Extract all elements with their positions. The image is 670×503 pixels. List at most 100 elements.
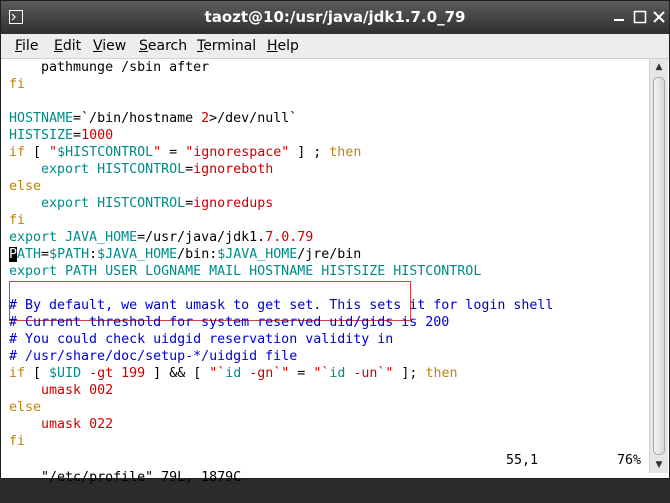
code-token: id — [225, 366, 242, 381]
close-icon[interactable] — [652, 10, 666, 24]
code-token: =/usr/java/jdk1. — [137, 230, 266, 245]
scroll-down-icon[interactable]: ▼ — [650, 457, 668, 473]
code-token: -un`" — [353, 366, 394, 381]
code-token: else — [9, 179, 42, 194]
editor-line: fi — [9, 76, 25, 93]
editor-line: HOSTNAME=`/bin/hostname 2>/dev/null` — [9, 110, 297, 127]
code-token: = — [73, 128, 82, 143]
code-token: " — [49, 145, 58, 160]
code-token: else — [9, 400, 42, 415]
code-token: fi — [9, 77, 26, 92]
code-token: # You could check uidgid reservation val… — [9, 332, 394, 347]
code-token: # Current threshold for system reserved … — [9, 315, 450, 330]
vertical-scrollbar[interactable]: ▲ ▼ — [649, 59, 668, 473]
code-token: then — [329, 145, 362, 160]
code-token: fi — [9, 213, 26, 228]
menu-bar: File Edit View Search Terminal Help — [1, 34, 669, 59]
scroll-up-icon[interactable]: ▲ — [650, 59, 668, 75]
code-token: # By default, we want umask to get set. … — [9, 298, 554, 313]
scrollbar-thumb[interactable] — [653, 77, 665, 455]
code-token: ]; — [393, 366, 426, 381]
code-token: if — [9, 366, 26, 381]
code-token: "` — [209, 366, 226, 381]
code-token: if — [9, 145, 26, 160]
code-token: [ — [25, 145, 50, 160]
editor-line: umask 022 — [9, 416, 113, 433]
title-bar[interactable]: taozt@10:/usr/java/jdk1.7.0_79 — [1, 1, 669, 34]
code-token: [ — [25, 366, 50, 381]
editor-line: # /usr/share/doc/setup-*/uidgid file — [9, 348, 297, 365]
code-token: $JAVA_HOME — [217, 247, 298, 262]
code-token: export HISTCONTROL — [41, 162, 186, 177]
code-token: $UID — [49, 366, 82, 381]
status-line: "/etc/profile" 79L, 1879C — [9, 452, 241, 485]
maximize-icon[interactable] — [633, 10, 647, 24]
terminal-window: taozt@10:/usr/java/jdk1.7.0_79 File Edit… — [0, 0, 670, 485]
menu-edit[interactable]: Edit — [52, 34, 83, 58]
menu-help[interactable]: Help — [265, 34, 301, 58]
code-token: 002 — [89, 383, 114, 398]
code-token: -gt — [89, 366, 114, 381]
code-token: -gn`" — [249, 366, 290, 381]
code-token: export PATH USER LOGNAME MAIL HOSTNAME H… — [9, 264, 482, 279]
editor-line: fi — [9, 433, 25, 450]
editor-line: pathmunge /sbin after — [9, 59, 209, 76]
code-token: # /usr/share/doc/setup-*/uidgid file — [9, 349, 298, 364]
menu-terminal[interactable]: Terminal — [195, 34, 258, 58]
code-token: id — [329, 366, 346, 381]
code-token: ignoredups — [193, 196, 274, 211]
code-token: fi — [9, 434, 26, 449]
code-token: /jre/bin — [297, 247, 362, 262]
editor-line: HISTSIZE=1000 — [9, 127, 113, 144]
code-token: ] ; — [289, 145, 330, 160]
code-token: HOSTNAME — [9, 111, 74, 126]
code-token: 1000 — [81, 128, 114, 143]
text-cursor: P — [9, 247, 18, 262]
editor-line: else — [9, 399, 41, 416]
editor-line: export PATH USER LOGNAME MAIL HOSTNAME H… — [9, 263, 481, 280]
code-token: $PATH — [49, 247, 90, 262]
editor-line: export JAVA_HOME=/usr/java/jdk1.7.0.79 — [9, 229, 313, 246]
minimize-icon[interactable] — [612, 10, 626, 24]
code-token: pathmunge /sbin after — [9, 60, 210, 75]
code-token: = — [185, 196, 194, 211]
status-percent: 76% — [617, 453, 642, 468]
terminal-text-area[interactable]: pathmunge /sbin after fi HOSTNAME=`/bin/ho… — [5, 59, 645, 473]
code-token: umask — [41, 383, 82, 398]
code-token: ] && [ — [145, 366, 210, 381]
menu-file[interactable]: File — [13, 34, 40, 58]
editor-line: else — [9, 178, 41, 195]
editor-line: # By default, we want umask to get set. … — [9, 297, 553, 314]
editor-line: PATH=$PATH:$JAVA_HOME/bin:$JAVA_HOME/jre… — [9, 246, 361, 263]
code-token: HISTSIZE — [9, 128, 74, 143]
code-token: = — [185, 162, 194, 177]
code-token: /bin: — [177, 247, 218, 262]
code-token: export JAVA_HOME — [9, 230, 138, 245]
status-file-info: "/etc/profile" 79L, 1879C — [41, 470, 242, 485]
menu-search[interactable]: Search — [137, 34, 189, 58]
code-token: : — [89, 247, 98, 262]
menu-view[interactable]: View — [91, 34, 128, 58]
code-token: ATH — [17, 247, 42, 262]
code-token: = — [41, 247, 50, 262]
code-token: $JAVA_HOME — [97, 247, 178, 262]
editor-line: fi — [9, 212, 25, 229]
code-token: "ignorespace" — [185, 145, 290, 160]
editor-line: export HISTCONTROL=ignoreboth — [9, 161, 273, 178]
code-token: = — [161, 145, 186, 160]
code-token: = — [289, 366, 314, 381]
code-token: " — [153, 145, 162, 160]
editor-line: export HISTCONTROL=ignoredups — [9, 195, 273, 212]
code-token: ignoreboth — [193, 162, 274, 177]
editor-line: # Current threshold for system reserved … — [9, 314, 449, 331]
editor-line: # You could check uidgid reservation val… — [9, 331, 393, 348]
code-token: 7.0.79 — [265, 230, 314, 245]
